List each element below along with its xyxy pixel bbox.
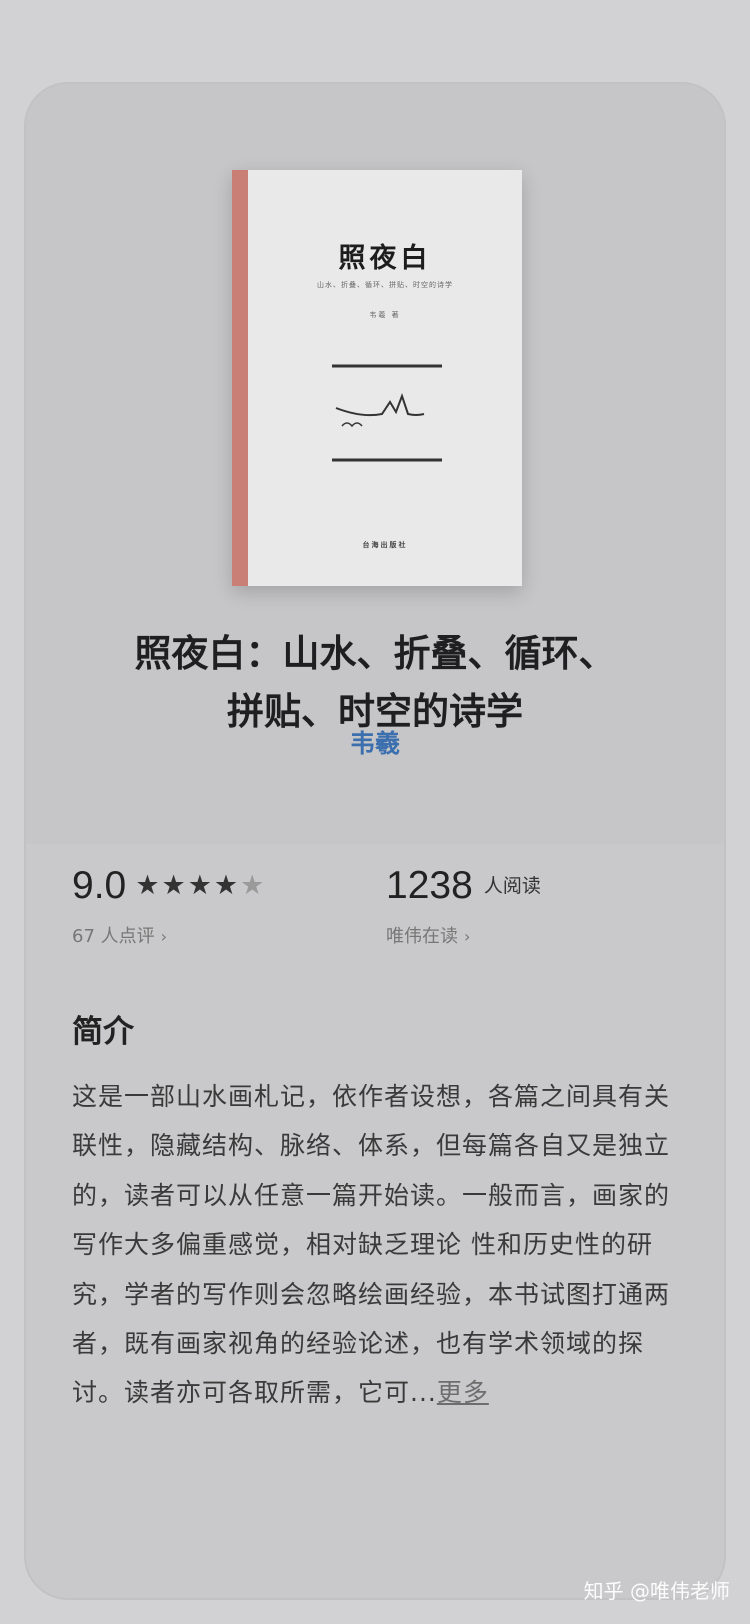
cover-subtitle: 山水、折叠、循环、拼贴、时空的诗学 [317, 281, 453, 289]
watermark: 知乎 @唯伟老师 [583, 1579, 730, 1603]
reader-count: 1238 [386, 864, 473, 907]
star-half-icon: ★ [240, 870, 267, 901]
author-link[interactable]: 韦羲 [26, 724, 724, 760]
intro-heading: 简介 [72, 1014, 134, 1050]
chevron-right-icon: › [464, 927, 471, 946]
rating-count: 67 人点评 [72, 926, 155, 947]
rating-stars: ★★★★★ [135, 870, 266, 901]
more-link[interactable]: 更多 [437, 1378, 489, 1407]
rating-block[interactable]: 9.0 ★★★★★ 67 人点评 › [72, 864, 266, 948]
book-detail-card: 照夜白 山水、折叠、循环、拼贴、时空的诗学 韦羲 著 台海出版社 照夜白：山水、… [24, 82, 726, 1600]
stats-row: 9.0 ★★★★★ 67 人点评 › 1238 人阅读 唯伟在读 › [72, 864, 692, 974]
cover-author: 韦羲 著 [369, 311, 401, 319]
readers-block[interactable]: 1238 人阅读 唯伟在读 › [386, 864, 541, 948]
cover-spine [232, 170, 248, 586]
reading-now: 唯伟在读 [386, 926, 458, 947]
chevron-right-icon: › [160, 927, 168, 946]
rating-score: 9.0 [72, 864, 127, 907]
cover-publisher: 台海出版社 [362, 541, 408, 549]
book-cover[interactable]: 照夜白 山水、折叠、循环、拼贴、时空的诗学 韦羲 著 台海出版社 [232, 170, 522, 586]
book-title: 照夜白：山水、折叠、循环、 拼贴、时空的诗学 [26, 624, 724, 740]
reader-unit: 人阅读 [483, 875, 541, 897]
intro-text-block: 这是一部山水画札记，依作者设想，各篇之间具有关联性，隐藏结构、脉络、体系，但每篇… [72, 1072, 676, 1418]
intro-text: 这是一部山水画札记，依作者设想，各篇之间具有关联性，隐藏结构、脉络、体系，但每篇… [72, 1082, 671, 1408]
book-title-line1: 照夜白：山水、折叠、循环、 [134, 631, 616, 675]
star-full-icons: ★★★★ [135, 870, 241, 901]
cover-title: 照夜白 [338, 243, 432, 274]
cover-artwork [332, 364, 442, 462]
